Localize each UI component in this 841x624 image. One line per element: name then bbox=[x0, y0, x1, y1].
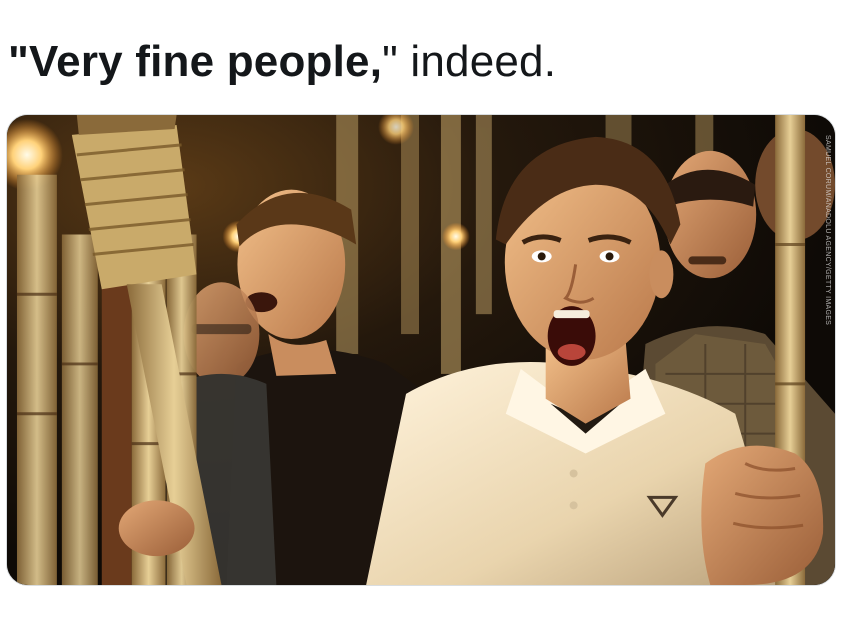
protest-photo-illustration bbox=[7, 115, 835, 585]
reply-button[interactable] bbox=[10, 614, 54, 624]
tweet-text-bold: "Very fine people, bbox=[8, 37, 383, 86]
share-icon bbox=[672, 614, 716, 624]
like-icon bbox=[450, 614, 494, 624]
tweet-text: "Very fine people," indeed. bbox=[8, 34, 556, 90]
photo-credit: SAMUEL CORUM/ANADOLU AGENCY/GETTY IMAGES bbox=[824, 135, 831, 326]
share-button[interactable] bbox=[672, 614, 716, 624]
tweet-action-bar bbox=[0, 604, 841, 624]
retweet-icon bbox=[232, 614, 276, 624]
tweet-photo[interactable]: SAMUEL CORUM/ANADOLU AGENCY/GETTY IMAGES bbox=[6, 114, 836, 586]
reply-icon bbox=[10, 614, 54, 624]
tweet-text-rest: " indeed. bbox=[382, 37, 557, 86]
like-button[interactable] bbox=[450, 614, 494, 624]
retweet-button[interactable] bbox=[232, 614, 276, 624]
